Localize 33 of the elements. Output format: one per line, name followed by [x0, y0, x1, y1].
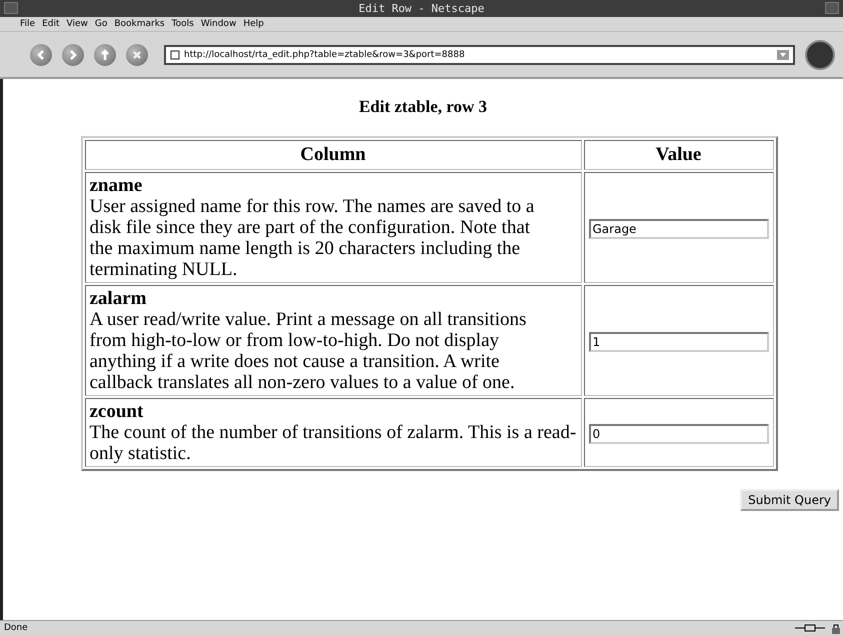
field-name: zcount	[90, 401, 144, 422]
field-description: User assigned name for this row. The names are saved to a disk file since they are part of the configuration. Note that the maximum name length is 20 characters including the terminating NULL.	[90, 196, 536, 280]
menu-item[interactable]: Bookmarks	[114, 19, 165, 29]
value-field[interactable]: 0	[588, 424, 768, 444]
lock-icon	[831, 622, 843, 634]
status-text: Done	[4, 623, 29, 633]
menu-item[interactable]: Go	[94, 19, 108, 29]
value-field[interactable]: Garage	[588, 218, 768, 238]
menu-item[interactable]: File	[20, 19, 36, 29]
stop-button[interactable]	[126, 44, 148, 66]
stop-icon	[131, 48, 143, 60]
back-button[interactable]	[30, 44, 52, 66]
menu-item[interactable]: Window	[200, 19, 236, 29]
value-field[interactable]: 1	[588, 332, 768, 352]
dropdown-icon[interactable]	[777, 50, 789, 60]
field-name: zname	[90, 175, 144, 196]
column-header: Value	[584, 140, 774, 170]
field-description: A user read/write value. Print a message on all transitions from high-to-low or from low-to-high. Do not display anything if a write does not cause a transition. A write callback translates all non-zero values to a value of one.	[90, 309, 528, 393]
column-header: Column	[84, 140, 582, 170]
field-name: zalarm	[90, 288, 148, 309]
menu-item[interactable]: Tools	[172, 19, 194, 29]
reload-button[interactable]	[94, 44, 116, 66]
menu-item[interactable]: Help	[243, 19, 264, 29]
menu-item[interactable]: Edit	[42, 19, 60, 29]
field-description: The count of the number of transitions of zalarm. This is a read-only statistic.	[90, 422, 576, 464]
address-field[interactable]: http://localhost/rta_edit.php?table=ztable&row=3&port=8888	[164, 44, 795, 64]
submit-button[interactable]: Submit Query	[740, 489, 839, 511]
connection-icon	[793, 622, 827, 634]
menu-item[interactable]: View	[66, 19, 88, 29]
forward-button[interactable]	[62, 44, 84, 66]
page-icon	[170, 50, 180, 60]
window-title: Edit Row - Netscape	[0, 0, 843, 17]
page-heading: Edit ztable, row 3	[358, 97, 488, 117]
